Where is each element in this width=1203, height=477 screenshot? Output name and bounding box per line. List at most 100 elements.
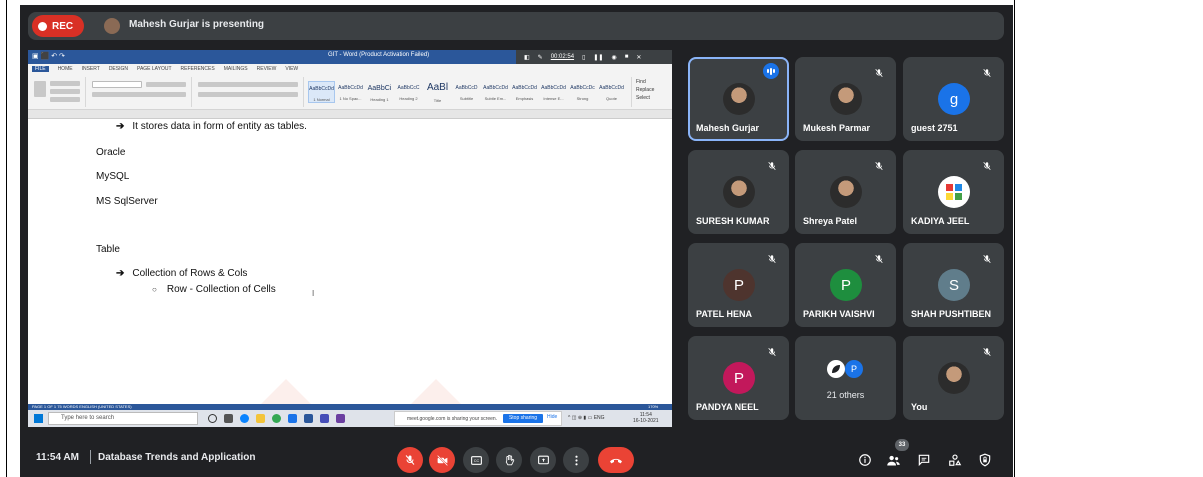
participant-tile[interactable]: KADIYA JEEL xyxy=(903,150,1004,234)
editing-group[interactable]: Find Replace Select xyxy=(636,78,654,102)
cortana-icon[interactable] xyxy=(208,414,217,423)
participant-tile[interactable]: Mahesh Gurjar xyxy=(688,57,789,141)
style-normal[interactable]: AaBbCcDd 1 Normal xyxy=(308,81,335,103)
pause-icon[interactable]: ❚❚ xyxy=(593,54,603,61)
style-subtitle[interactable]: AaBbCcD Subtitle xyxy=(453,81,480,103)
participant-tile[interactable]: S SHAH PUSHTIBEN xyxy=(903,243,1004,327)
people-button[interactable] xyxy=(884,451,902,469)
arrow-bullet-icon: ➔ xyxy=(116,268,125,279)
chat-button[interactable] xyxy=(915,451,933,469)
clipboard-group[interactable] xyxy=(30,77,86,107)
arrow-bullet-icon: ➔ xyxy=(116,121,125,132)
taskbar-clock[interactable]: 11:54 16-10-2021 xyxy=(633,412,659,424)
marker-icon[interactable]: ▯ xyxy=(582,54,585,61)
participant-tile[interactable]: P 21 others xyxy=(795,336,896,420)
style-intense-emphasis[interactable]: AaBbCcDd Intense E... xyxy=(540,81,567,103)
host-controls-button[interactable] xyxy=(976,451,994,469)
tab-review[interactable]: REVIEW xyxy=(257,66,277,72)
paragraph-group[interactable] xyxy=(194,77,304,107)
app-icon[interactable] xyxy=(288,414,297,423)
meeting-details-button[interactable] xyxy=(856,451,874,469)
participant-tile[interactable]: Mukesh Parmar xyxy=(795,57,896,141)
word-window-title: GIT - Word (Product Activation Failed) xyxy=(328,52,430,58)
style-quote[interactable]: AaBbCcDd Quote xyxy=(598,81,625,103)
chrome-icon[interactable] xyxy=(272,414,281,423)
close-icon[interactable]: ✕ xyxy=(636,54,641,61)
mic-off-icon xyxy=(982,158,992,171)
replace-button[interactable]: Replace xyxy=(636,86,654,94)
style-subtle-emphasis[interactable]: AaBbCcDd Subtle Em... xyxy=(482,81,509,103)
meet-window: REC Mahesh Gurjar is presenting ▣ ⬛ ↶ ↷ … xyxy=(20,5,1013,477)
quick-access-toolbar[interactable]: ▣ ⬛ ↶ ↷ xyxy=(32,52,65,60)
participant-avatar xyxy=(830,176,862,208)
doc-line-oracle: Oracle xyxy=(96,147,126,158)
file-explorer-icon[interactable] xyxy=(256,414,265,423)
record-target-icon[interactable]: ◉ xyxy=(611,54,616,61)
tab-view[interactable]: VIEW xyxy=(285,66,298,72)
participant-tile[interactable]: SURESH KUMAR xyxy=(688,150,789,234)
ruler xyxy=(28,110,672,119)
meeting-title[interactable]: Database Trends and Application xyxy=(98,452,255,463)
raise-hand-button[interactable] xyxy=(496,447,522,473)
participant-tile[interactable]: P PARIKH VAISHVI xyxy=(795,243,896,327)
system-tray[interactable]: ^ ◫ ⊕ ▮ ▭ ENG xyxy=(568,415,605,421)
style-heading-2[interactable]: AaBbCcC Heading 2 xyxy=(395,81,422,103)
tab-insert[interactable]: INSERT xyxy=(82,66,100,72)
meeting-controls-bar: 11:54 AM Database Trends and Application… xyxy=(20,437,1013,477)
style-emphasis[interactable]: AaBbCcDd Emphasis xyxy=(511,81,538,103)
word-taskbar-icon[interactable] xyxy=(304,414,313,423)
document-page[interactable]: ➔ It stores data in form of entity as tab… xyxy=(36,119,664,427)
tab-home[interactable]: HOME xyxy=(58,66,73,72)
participant-tile[interactable]: You xyxy=(903,336,1004,420)
participant-name: PANDYA NEEL xyxy=(696,402,759,412)
app-icon[interactable] xyxy=(336,414,345,423)
mic-off-icon xyxy=(767,158,777,171)
leave-call-button[interactable] xyxy=(598,447,634,473)
participant-tile[interactable]: Shreya Patel xyxy=(795,150,896,234)
stop-sharing-button[interactable]: Stop sharing xyxy=(503,414,543,423)
task-view-icon[interactable] xyxy=(224,414,233,423)
windows-start-icon[interactable] xyxy=(34,414,43,423)
zoom-level[interactable]: 170% xyxy=(648,404,658,409)
taskbar-search-input[interactable]: Type here to search xyxy=(48,412,198,425)
activities-button[interactable] xyxy=(946,451,964,469)
mic-off-button[interactable] xyxy=(397,447,423,473)
frame-border-right xyxy=(1014,0,1015,477)
presenting-banner: REC Mahesh Gurjar is presenting xyxy=(28,12,1004,40)
teams-icon[interactable] xyxy=(320,414,329,423)
participant-tile[interactable]: P PANDYA NEEL xyxy=(688,336,789,420)
participant-tile[interactable]: g guest 2751 xyxy=(903,57,1004,141)
style-strong[interactable]: AaBbCcDc Strong xyxy=(569,81,596,103)
camera-off-button[interactable] xyxy=(429,447,455,473)
captions-button[interactable]: CC xyxy=(463,447,489,473)
participant-tile[interactable]: P PATEL HENA xyxy=(688,243,789,327)
style-heading-1[interactable]: AaBbCi Heading 1 xyxy=(366,81,393,103)
edge-icon[interactable] xyxy=(240,414,249,423)
stop-icon[interactable]: ■ xyxy=(625,54,629,60)
tab-mailings[interactable]: MAILINGS xyxy=(224,66,248,72)
hang-up-icon xyxy=(610,458,622,464)
mic-off-icon xyxy=(767,344,777,357)
tab-references[interactable]: REFERENCES xyxy=(181,66,215,72)
find-button[interactable]: Find xyxy=(636,78,654,86)
tab-file[interactable]: FILE xyxy=(32,66,49,72)
tab-page-layout[interactable]: PAGE LAYOUT xyxy=(137,66,172,72)
mic-off-icon xyxy=(874,65,884,78)
style-no-spacing[interactable]: AaBbCcDd 1 No Spac... xyxy=(337,81,364,103)
tab-design[interactable]: DESIGN xyxy=(109,66,128,72)
participant-name: KADIYA JEEL xyxy=(911,216,970,226)
font-group[interactable] xyxy=(88,77,192,107)
hide-button[interactable]: Hide xyxy=(547,414,557,420)
recording-badge[interactable]: REC xyxy=(32,15,84,37)
ribbon: AaBbCcDd 1 Normal AaBbCcDd 1 No Spac... Aa… xyxy=(28,74,672,110)
hand-icon xyxy=(505,454,514,465)
more-options-button[interactable] xyxy=(563,447,589,473)
select-button[interactable]: Select xyxy=(636,94,654,102)
present-button[interactable] xyxy=(530,447,556,473)
participant-avatar: P xyxy=(830,269,862,301)
style-title[interactable]: AaBl Title xyxy=(424,81,451,103)
present-screen-icon xyxy=(537,455,549,464)
pen-icon[interactable]: ✎ xyxy=(538,54,543,61)
styles-gallery[interactable]: AaBbCcDd 1 Normal AaBbCcDd 1 No Spac... Aa… xyxy=(306,77,632,107)
shared-screen[interactable]: ▣ ⬛ ↶ ↷ GIT - Word (Product Activation F… xyxy=(28,50,672,427)
